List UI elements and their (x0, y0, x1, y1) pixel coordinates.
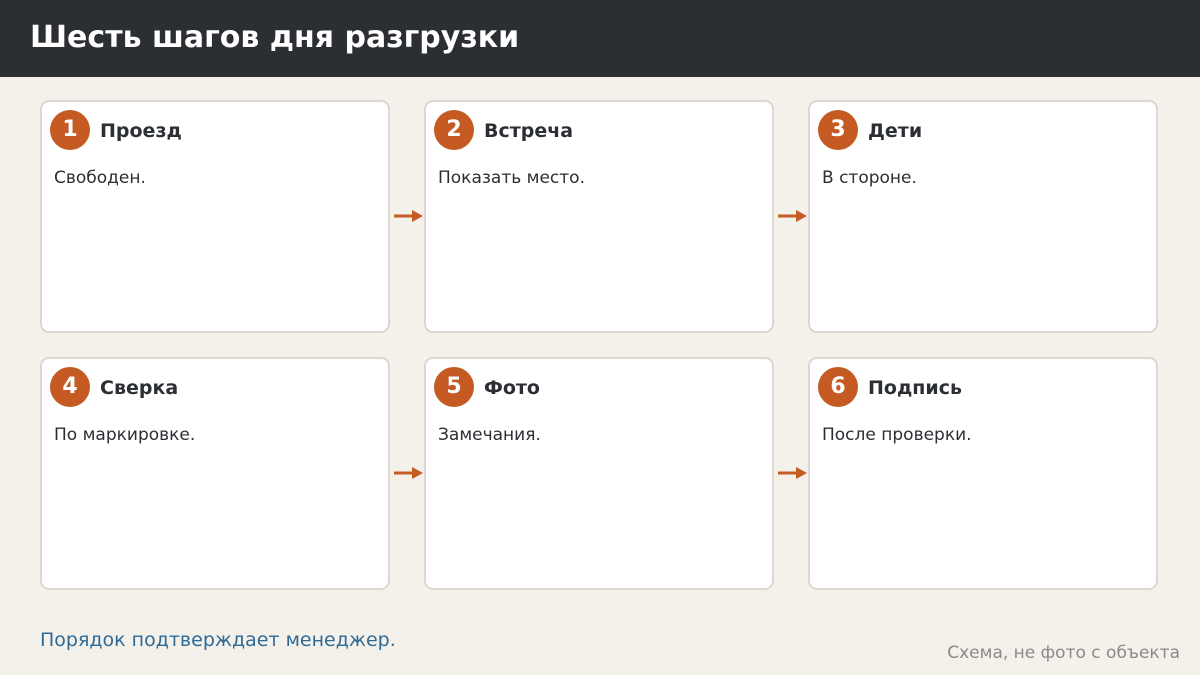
step-description: Показать место. (438, 168, 585, 188)
arrow-right-icon (394, 467, 423, 479)
step-number-badge: 4 (50, 367, 90, 407)
page-title: Шесть шагов дня разгрузки (30, 20, 520, 55)
step-card-3: 3 Дети В стороне. (808, 100, 1158, 333)
arrow-right-icon (778, 210, 807, 222)
step-card-6: 6 Подпись После проверки. (808, 357, 1158, 590)
step-title: Встреча (484, 120, 574, 142)
step-description: По маркировке. (54, 425, 196, 445)
step-number-badge: 1 (50, 110, 90, 150)
step-number-badge: 5 (434, 367, 474, 407)
step-title: Проезд (100, 120, 182, 142)
step-card-5: 5 Фото Замечания. (424, 357, 774, 590)
step-number-badge: 2 (434, 110, 474, 150)
step-title: Дети (868, 120, 923, 142)
step-number-badge: 6 (818, 367, 858, 407)
step-title: Подпись (868, 377, 963, 399)
arrow-right-icon (394, 210, 423, 222)
arrow-right-icon (778, 467, 807, 479)
step-description: Свободен. (54, 168, 146, 188)
step-title: Сверка (100, 377, 179, 399)
step-description: Замечания. (438, 425, 541, 445)
step-number-badge: 3 (818, 110, 858, 150)
step-description: В стороне. (822, 168, 917, 188)
image-caption: Схема, не фото с объекта (947, 643, 1180, 663)
step-card-2: 2 Встреча Показать место. (424, 100, 774, 333)
step-card-4: 4 Сверка По маркировке. (40, 357, 390, 590)
step-description: После проверки. (822, 425, 972, 445)
footer-note: Порядок подтверждает менеджер. (40, 629, 396, 651)
step-card-1: 1 Проезд Свободен. (40, 100, 390, 333)
step-title: Фото (484, 377, 540, 399)
page-header: Шесть шагов дня разгрузки (0, 0, 1200, 77)
